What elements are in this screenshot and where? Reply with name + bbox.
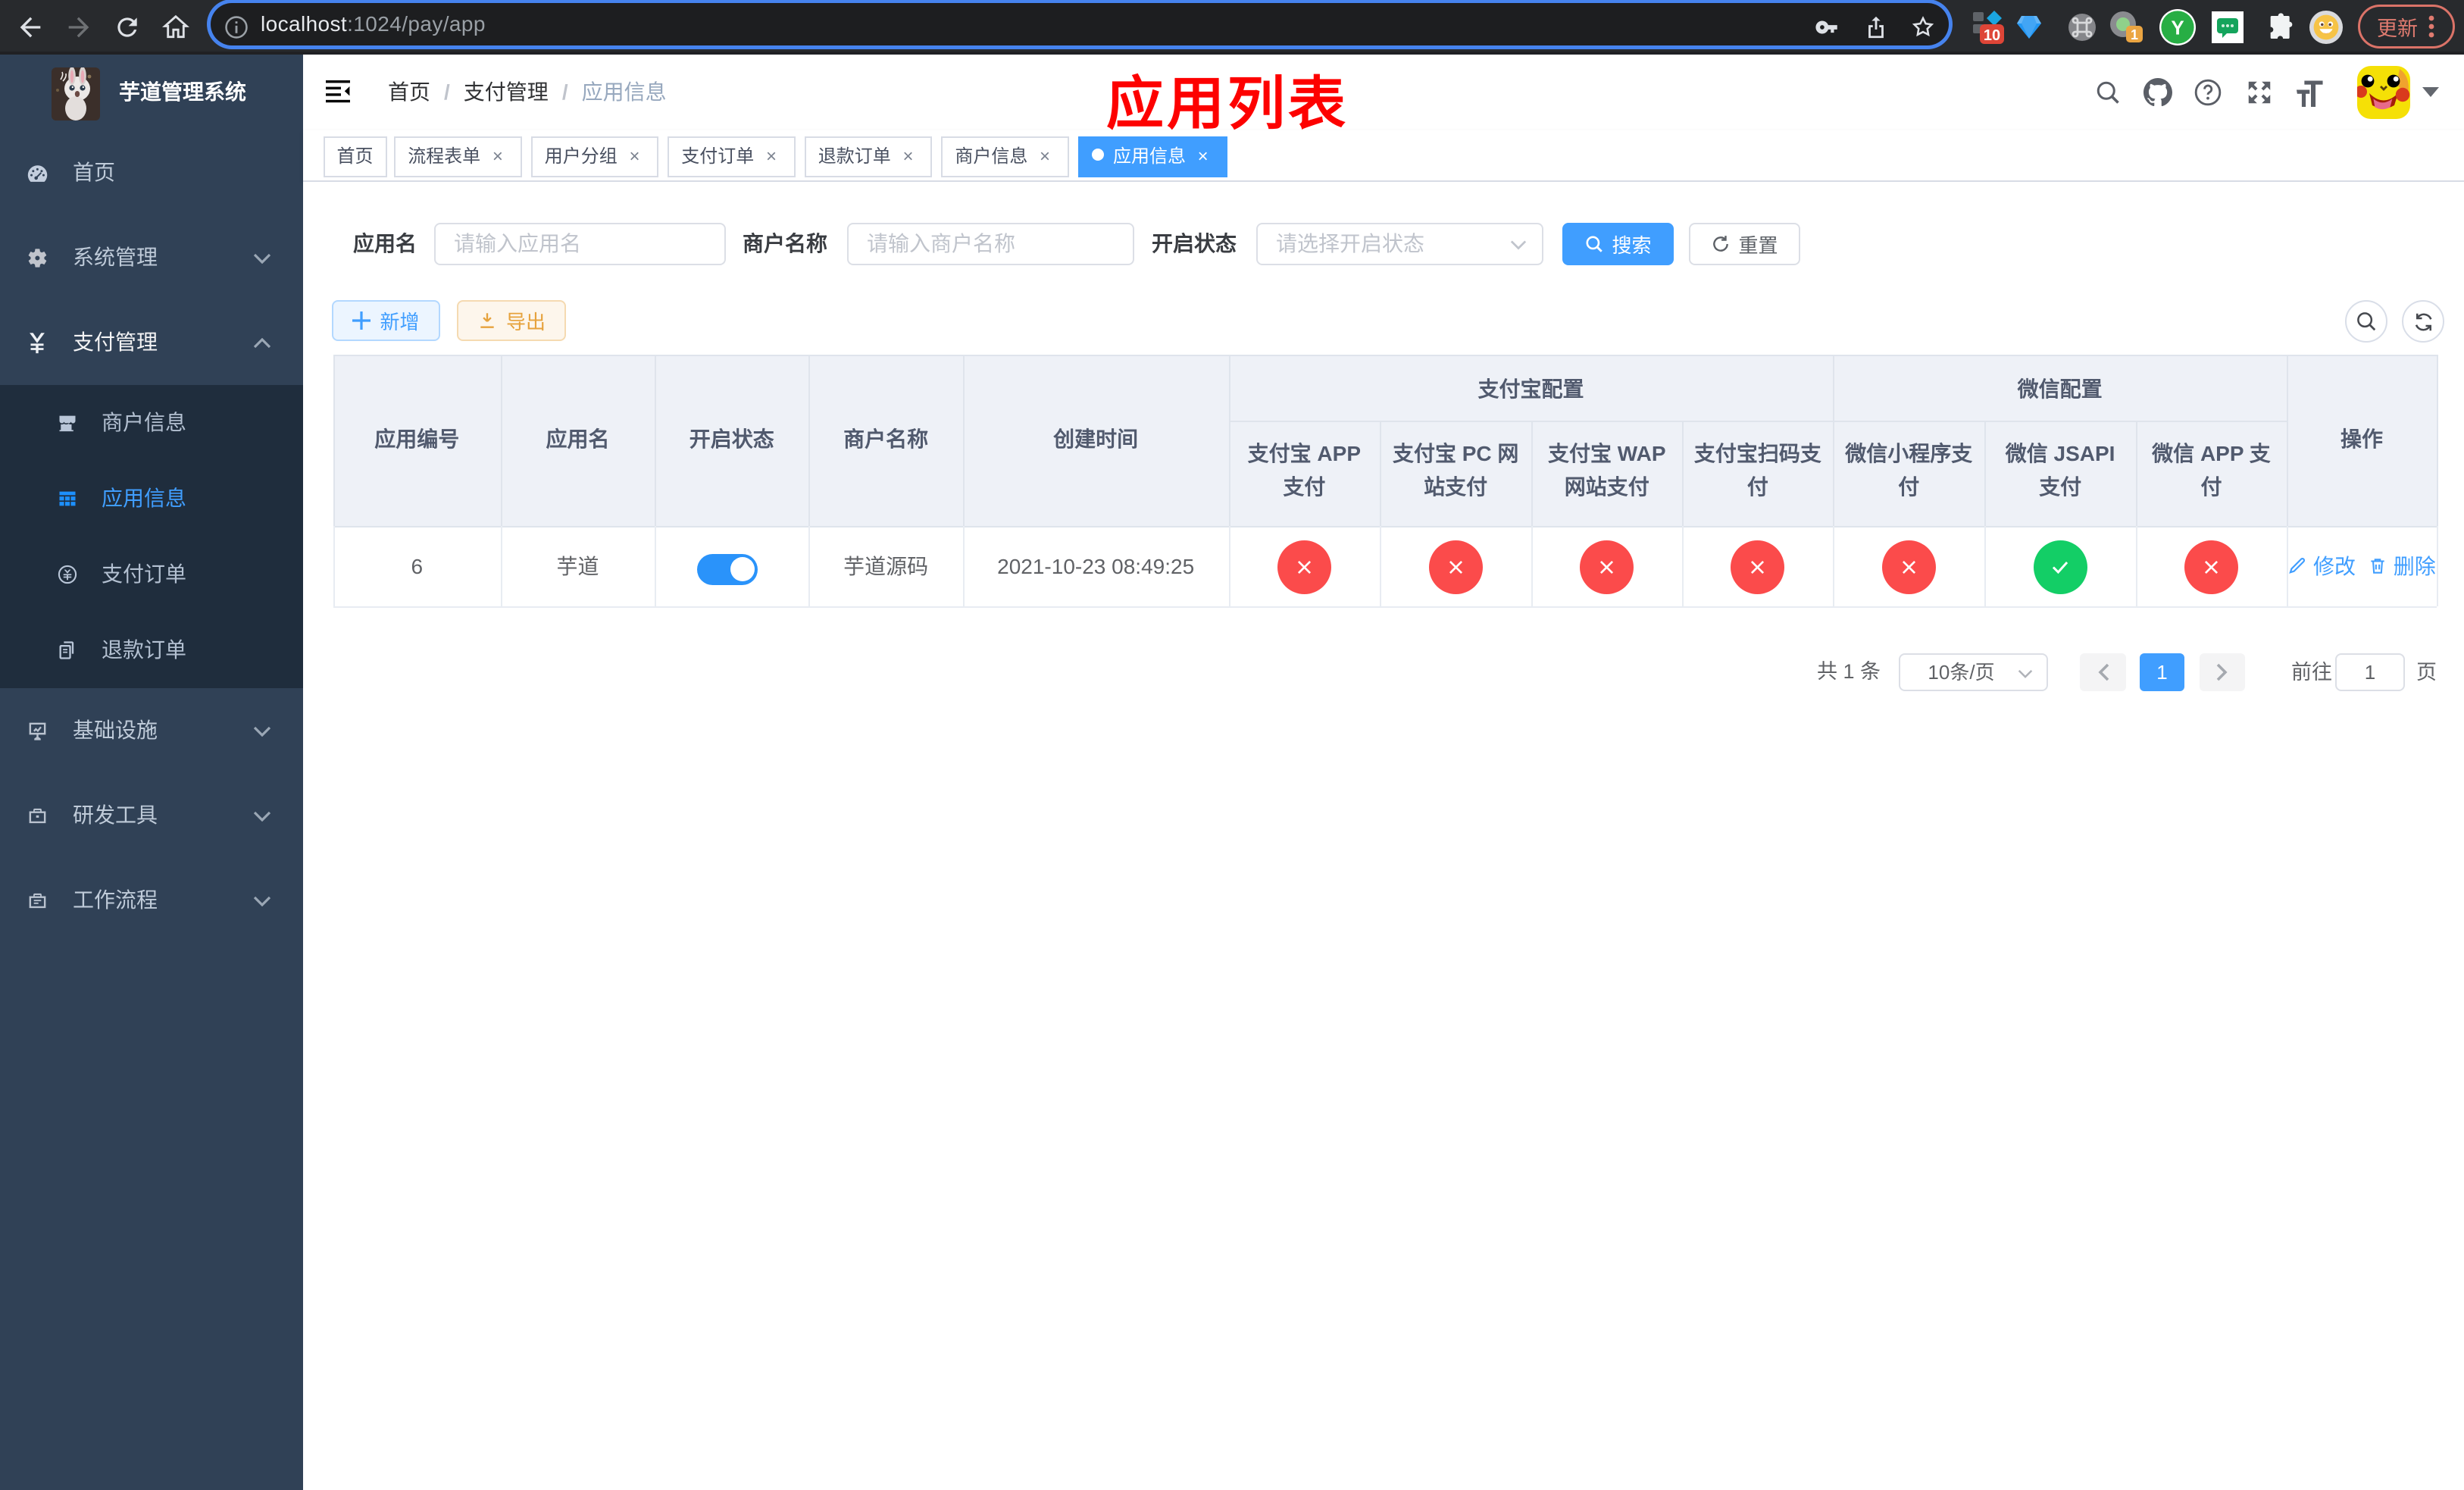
svg-text:10: 10 [1984, 27, 2000, 44]
svg-text:1: 1 [2131, 27, 2138, 42]
svg-text:Y: Y [2171, 16, 2184, 39]
